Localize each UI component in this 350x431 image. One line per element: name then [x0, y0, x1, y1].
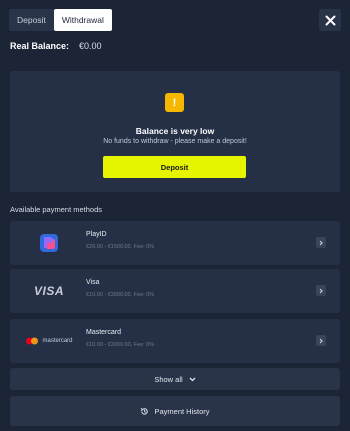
show-all-label: Show all — [154, 374, 183, 384]
tab-deposit[interactable]: Deposit — [9, 9, 54, 31]
payment-method-mastercard[interactable]: mastercard Mastercard €10.00 - €3000.00,… — [10, 319, 340, 363]
close-button[interactable] — [319, 9, 341, 31]
close-icon — [325, 15, 335, 25]
tab-withdrawal[interactable]: Withdrawal — [53, 9, 112, 31]
method-info: €10.00 - €3000.00, Fee: 0% — [86, 342, 155, 348]
warning-icon: ! — [165, 93, 184, 112]
chevron-down-icon — [189, 377, 196, 381]
payment-methods-title: Available payment methods — [10, 205, 102, 214]
playid-logo — [18, 227, 80, 259]
real-balance: Real Balance: €0.00 — [10, 41, 102, 51]
payment-history-button[interactable]: Payment History — [10, 396, 340, 426]
method-name: Mastercard — [86, 329, 122, 336]
payment-history-label: Payment History — [154, 406, 210, 416]
chevron-right-icon — [316, 335, 326, 346]
withdrawal-modal: Deposit Withdrawal Real Balance: €0.00 !… — [0, 0, 350, 431]
method-info: €10.00 - €3000.00, Fee: 0% — [86, 292, 155, 298]
method-info: €20.00 - €1500.00, Fee: 0% — [86, 244, 155, 250]
chevron-right-icon — [316, 237, 326, 248]
history-icon — [141, 407, 149, 415]
balance-label: Real Balance: — [10, 41, 70, 51]
method-name: PlayID — [86, 231, 107, 238]
payment-method-playid[interactable]: PlayID €20.00 - €1500.00, Fee: 0% — [10, 221, 340, 265]
visa-logo: VISA — [33, 284, 64, 298]
show-all-button[interactable]: Show all — [10, 368, 340, 390]
tab-bar: Deposit Withdrawal — [9, 9, 112, 31]
deposit-button[interactable]: Deposit — [103, 156, 246, 178]
balance-value: €0.00 — [79, 41, 102, 51]
chevron-right-icon — [316, 285, 326, 296]
notice-title: Balance is very low — [135, 126, 215, 136]
method-name: Visa — [86, 279, 100, 286]
mastercard-logo: mastercard — [18, 325, 80, 357]
payment-method-visa[interactable]: VISA Visa €10.00 - €3000.00, Fee: 0% — [10, 269, 340, 313]
low-balance-card: ! Balance is very low No funds to withdr… — [10, 71, 340, 192]
notice-subtitle: No funds to withdraw - please make a dep… — [103, 138, 247, 145]
